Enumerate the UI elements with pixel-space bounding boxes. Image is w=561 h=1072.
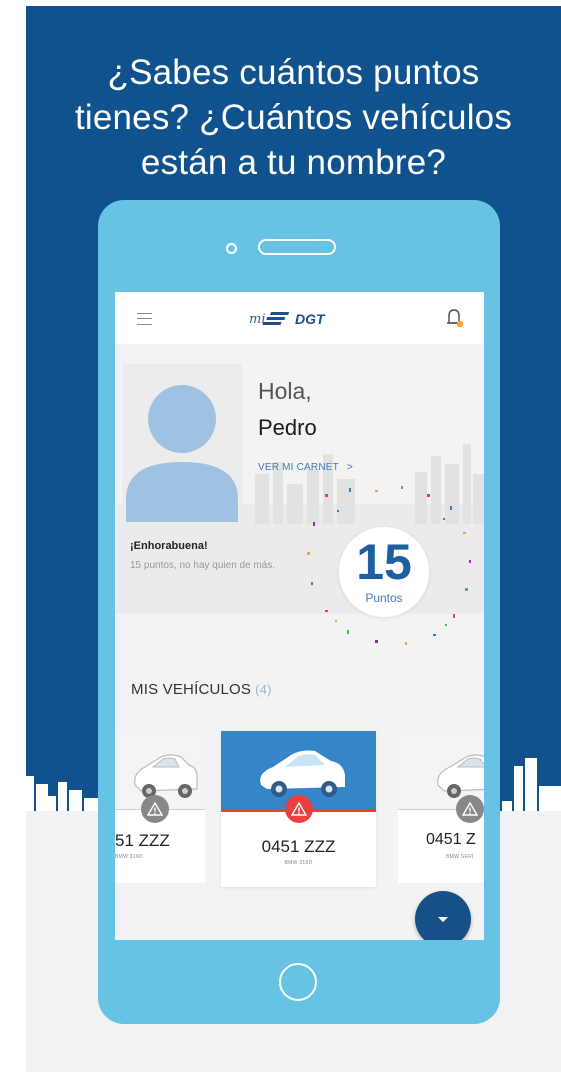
avatar-icon xyxy=(126,385,238,522)
view-license-link[interactable]: VER MI CARNET > xyxy=(258,462,353,473)
congrats-title: ¡Enhorabuena! xyxy=(130,540,208,552)
headline-line-2: tienes? ¿Cuántos vehículos xyxy=(74,98,513,137)
phone-home-button xyxy=(279,963,317,1001)
vehicle-model: BMW SERI xyxy=(446,854,474,860)
greeting-text: Hola, xyxy=(258,378,312,404)
points-badge[interactable]: 15 Puntos xyxy=(339,527,429,617)
vehicle-card-selected[interactable]: 0451 ZZZ BMW 316D xyxy=(221,731,376,887)
phone-speaker xyxy=(258,239,336,255)
expand-fab-button[interactable] xyxy=(415,891,471,940)
chevron-right-icon: > xyxy=(346,462,353,473)
app-screen: mi DGT Hola, Pedro VER MI CARNET > ¡Enho… xyxy=(115,292,484,940)
headline-line-1: ¿Sabes cuántos puntos xyxy=(107,53,480,92)
dgt-logo: mi DGT xyxy=(249,311,326,327)
headline-line-3: están a tu nombre? xyxy=(140,143,447,182)
view-license-label: VER MI CARNET xyxy=(258,462,339,473)
warning-icon[interactable] xyxy=(456,795,484,823)
app-header: mi DGT xyxy=(115,292,484,344)
vehicles-count: (4) xyxy=(255,682,272,697)
warning-icon[interactable] xyxy=(141,795,169,823)
vehicle-plate: 0451 ZZZ xyxy=(261,837,336,856)
vehicle-model: BMW 316D xyxy=(284,860,313,866)
congrats-message: 15 puntos, no hay quien de más. xyxy=(130,560,276,571)
menu-icon[interactable] xyxy=(137,313,152,325)
vehicle-plate: 51 ZZZ xyxy=(115,831,170,850)
profile-card: Hola, Pedro VER MI CARNET > ¡Enhorabuena!… xyxy=(115,344,484,645)
points-label: Puntos xyxy=(365,591,403,605)
avatar xyxy=(122,364,242,522)
bell-icon[interactable] xyxy=(441,305,467,331)
points-value: 15 xyxy=(356,534,412,590)
user-name: Pedro xyxy=(258,415,317,440)
vehicle-plate: 0451 Z xyxy=(426,831,476,848)
warning-icon[interactable] xyxy=(285,795,313,823)
promo-frame: ¿Sabes cuántos puntos tienes? ¿Cuántos v… xyxy=(26,6,561,1072)
phone-mockup: mi DGT Hola, Pedro VER MI CARNET > ¡Enho… xyxy=(98,200,500,1024)
vehicle-card[interactable]: 51 ZZZ BMW 316D xyxy=(115,733,205,883)
vehicles-section-title: MIS VEHÍCULOS (4) xyxy=(131,681,272,698)
vehicles-title-text: MIS VEHÍCULOS xyxy=(131,681,252,698)
vehicle-card[interactable]: 0451 Z BMW SERI xyxy=(398,733,484,883)
svg-text:DGT: DGT xyxy=(295,311,326,327)
promo-headline: ¿Sabes cuántos puntos tienes? ¿Cuántos v… xyxy=(36,50,551,185)
phone-camera xyxy=(226,243,237,254)
vehicle-model: BMW 316D xyxy=(115,854,143,860)
